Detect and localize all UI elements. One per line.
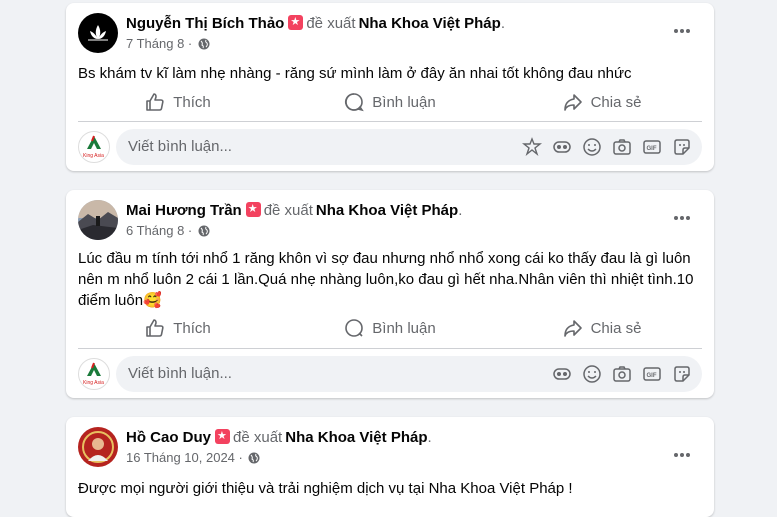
like-icon: [146, 93, 164, 111]
share-label: Chia sẻ: [590, 319, 642, 337]
comment-icon: [345, 93, 365, 112]
post-meta: 7 Tháng 8 ·: [126, 36, 210, 51]
share-label: Chia sẻ: [590, 93, 642, 111]
comment-label: Bình luận: [372, 93, 436, 111]
king-asia-logo: King Asia: [83, 135, 104, 159]
divider: [78, 121, 702, 122]
divider: [78, 348, 702, 349]
post-text: Được mọi người giới thiệu và trải nghiệm…: [78, 480, 573, 497]
page-name[interactable]: Nha Khoa Việt Pháp: [285, 429, 427, 446]
action-bar: Thích Bình luận Chia sẻ: [78, 84, 702, 120]
post-header: Mai Hương Trầnđề xuấtNha Khoa Việt Pháp.…: [78, 200, 702, 242]
gif-icon[interactable]: GIF: [642, 137, 662, 157]
more-options-button[interactable]: [670, 19, 694, 43]
recommend-verb: đề xuất: [306, 15, 356, 32]
like-label: Thích: [173, 319, 211, 337]
king-asia-logo: King Asia: [83, 362, 104, 386]
post-title-line: Nguyễn Thị Bích Thảo đề xuấtNha Khoa Việt…: [126, 15, 505, 32]
comment-placeholder: Viết bình luận...: [128, 138, 232, 155]
comment-input[interactable]: Viết bình luận... GIF: [116, 356, 702, 392]
emoji-icon[interactable]: [582, 137, 602, 157]
more-options-button[interactable]: [670, 443, 694, 467]
person-avatar-icon: [78, 427, 118, 467]
svg-text:GIF: GIF: [647, 373, 657, 379]
svg-text:King Asia: King Asia: [83, 153, 104, 159]
post-date[interactable]: 7 Tháng 8: [126, 36, 184, 51]
author-name[interactable]: Nguyễn Thị Bích Thảo: [126, 15, 284, 32]
mask-sticker-icon[interactable]: [552, 137, 572, 157]
like-button[interactable]: Thích: [78, 84, 278, 120]
lotus-icon: [88, 25, 108, 41]
svg-text:GIF: GIF: [647, 146, 657, 152]
post-date[interactable]: 6 Tháng 8: [126, 223, 184, 238]
like-label: Thích: [173, 93, 211, 111]
camera-icon[interactable]: [612, 137, 632, 157]
globe-icon: [248, 452, 260, 464]
post-meta: 6 Tháng 8 ·: [126, 223, 210, 238]
post-card: Mai Hương Trầnđề xuấtNha Khoa Việt Pháp.…: [66, 190, 714, 398]
sticker-icon[interactable]: [672, 364, 692, 384]
mask-sticker-icon[interactable]: [552, 364, 572, 384]
camera-icon[interactable]: [612, 364, 632, 384]
action-bar: Thích Bình luận Chia sẻ: [78, 310, 702, 346]
author-avatar[interactable]: [78, 200, 118, 240]
author-avatar[interactable]: [78, 427, 118, 467]
post-card: Hồ Cao Duyđề xuấtNha Khoa Việt Pháp. 16 …: [66, 417, 714, 517]
recommend-icon: [288, 15, 304, 30]
avatar-sticker-icon[interactable]: [522, 137, 542, 157]
comment-button[interactable]: Bình luận: [290, 310, 490, 346]
share-icon: [563, 94, 582, 111]
recommend-icon: [215, 429, 231, 444]
author-name[interactable]: Mai Hương Trần: [126, 202, 242, 219]
page-name[interactable]: Nha Khoa Việt Pháp: [359, 15, 501, 32]
comment-tools: GIF: [522, 137, 692, 157]
like-icon: [146, 319, 164, 337]
share-button[interactable]: Chia sẻ: [502, 84, 702, 120]
share-button[interactable]: Chia sẻ: [502, 310, 702, 346]
comment-composer: King Asia Viết bình luận... GIF: [78, 129, 702, 165]
post-header: Nguyễn Thị Bích Thảo đề xuấtNha Khoa Việt…: [78, 13, 702, 55]
comment-tools: GIF: [552, 364, 692, 384]
post-meta: 16 Tháng 10, 2024 ·: [126, 450, 260, 465]
author-avatar[interactable]: [78, 13, 118, 53]
comment-input[interactable]: Viết bình luận... GIF: [116, 129, 702, 165]
recommend-verb: đề xuất: [263, 202, 313, 219]
comment-icon: [345, 319, 364, 337]
commenter-avatar[interactable]: King Asia: [78, 131, 110, 163]
share-icon: [563, 320, 582, 337]
comment-button[interactable]: Bình luận: [290, 84, 490, 120]
comment-composer: King Asia Viết bình luận... GIF: [78, 356, 702, 392]
comment-label: Bình luận: [372, 319, 436, 337]
comment-placeholder: Viết bình luận...: [128, 365, 232, 382]
post-header: Hồ Cao Duyđề xuấtNha Khoa Việt Pháp. 16 …: [78, 427, 702, 469]
like-button[interactable]: Thích: [78, 310, 278, 346]
recommend-icon: [245, 202, 261, 217]
landscape-avatar-icon: [78, 200, 118, 240]
post-date[interactable]: 16 Tháng 10, 2024: [126, 450, 235, 465]
recommend-verb: đề xuất: [233, 429, 283, 446]
sticker-icon[interactable]: [672, 137, 692, 157]
more-options-button[interactable]: [670, 206, 694, 230]
post-card: Nguyễn Thị Bích Thảo đề xuấtNha Khoa Việt…: [66, 3, 714, 171]
globe-icon: [198, 225, 210, 237]
svg-text:King Asia: King Asia: [83, 380, 104, 386]
gif-icon[interactable]: GIF: [642, 364, 662, 384]
post-text: Bs khám tv kĩ làm nhẹ nhàng - răng sứ mì…: [78, 65, 632, 82]
smiling-hearts-emoji: 🥰: [143, 292, 162, 309]
page-name[interactable]: Nha Khoa Việt Pháp: [316, 202, 458, 219]
commenter-avatar[interactable]: King Asia: [78, 358, 110, 390]
post-title-line: Mai Hương Trầnđề xuấtNha Khoa Việt Pháp.: [126, 202, 462, 219]
post-text: Lúc đầu m tính tới nhổ 1 răng khôn vì sợ…: [78, 250, 694, 309]
globe-icon: [198, 38, 210, 50]
emoji-icon[interactable]: [582, 364, 602, 384]
post-title-line: Hồ Cao Duyđề xuấtNha Khoa Việt Pháp.: [126, 429, 432, 446]
author-name[interactable]: Hồ Cao Duy: [126, 429, 211, 446]
